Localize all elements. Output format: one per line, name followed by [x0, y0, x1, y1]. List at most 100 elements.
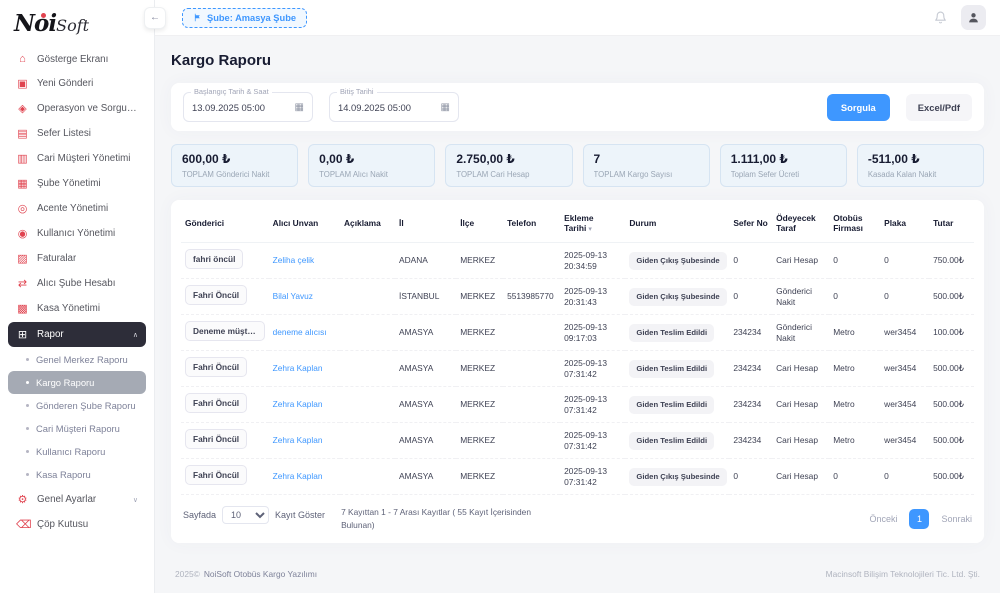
sidebar-item-new-shipment[interactable]: ▣ Yeni Gönderi [8, 71, 146, 96]
stat-value: 7 [594, 152, 699, 166]
start-date-label: Başlangıç Tarih & Saat [191, 87, 272, 96]
sidebar-item-branch-management[interactable]: ▦ Şube Yönetimi [8, 171, 146, 196]
sidebar-item-user-management[interactable]: ◉ Kullanıcı Yönetimi [8, 221, 146, 246]
branch-badge[interactable]: Şube: Amasya Şube [182, 8, 307, 28]
cell-district: MERKEZ [456, 243, 503, 279]
sidebar-item-rapor[interactable]: ⊞ Rapor ∧ [8, 322, 146, 347]
cell-description [340, 387, 395, 423]
cell-plate: 0 [880, 279, 929, 315]
person-icon [967, 11, 980, 24]
cell-receiver: Zehra Kaplan [269, 387, 340, 423]
chevron-down-icon: ∨ [133, 496, 138, 504]
cell-amount: 500.00₺ [929, 279, 974, 315]
column-header[interactable]: Ekleme Tarihi▾ [560, 204, 625, 243]
rapor-submenu: Genel Merkez Raporu Kargo Raporu Göndere… [0, 347, 154, 487]
column-header[interactable]: Sefer No [729, 204, 772, 243]
app-root: NoiSoft ⌂ Gösterge Ekranı ▣ Yeni Gönderi… [0, 0, 1000, 593]
receiver-link[interactable]: Zehra Kaplan [273, 435, 323, 445]
stat-card-2: 2.750,00 ₺ TOPLAM Cari Hesap [445, 144, 572, 187]
column-header[interactable]: Tutar [929, 204, 974, 243]
notifications-button[interactable] [927, 5, 953, 31]
cell-bus-company: 0 [829, 279, 880, 315]
cell-city: AMASYA [395, 423, 456, 459]
dashboard-icon: ⌂ [16, 53, 29, 65]
receiver-link[interactable]: Zehra Kaplan [273, 363, 323, 373]
column-header[interactable]: Durum [625, 204, 729, 243]
user-avatar[interactable] [961, 5, 986, 30]
query-button[interactable]: Sorgula [827, 94, 890, 121]
grid-icon: ⊞ [16, 328, 29, 341]
column-header[interactable]: Telefon [503, 204, 560, 243]
column-header[interactable]: Gönderici [181, 204, 269, 243]
bell-icon [934, 11, 947, 24]
sidebar: NoiSoft ⌂ Gösterge Ekranı ▣ Yeni Gönderi… [0, 0, 155, 593]
table-row: Fahri Öncül Zehra Kaplan AMASYA MERKEZ 2… [181, 459, 974, 495]
sidebar-item-trash[interactable]: ⌫ Çöp Kutusu [8, 512, 146, 537]
branch-management-icon: ▦ [16, 177, 29, 190]
stat-value: -511,00 ₺ [868, 152, 973, 166]
sidebar-item-dashboard[interactable]: ⌂ Gösterge Ekranı [8, 47, 146, 71]
sidebar-item-label: Operasyon ve Sorgulama [37, 103, 138, 114]
cell-description [340, 423, 395, 459]
column-header[interactable]: Alıcı Unvan [269, 204, 340, 243]
status-badge: Giden Teslim Edildi [629, 396, 714, 414]
start-date-field[interactable]: Başlangıç Tarih & Saat 13.09.2025 05:00 … [183, 92, 313, 122]
cell-payer: Gönderici Nakit [772, 279, 829, 315]
sidebar-item-receiver-branch-account[interactable]: ⇄ Alıcı Şube Hesabı [8, 271, 146, 296]
column-header[interactable]: Otobüs Firması [829, 204, 880, 243]
column-header[interactable]: Ödeyecek Taraf [772, 204, 829, 243]
sidebar-item-agency-management[interactable]: ◎ Acente Yönetimi [8, 196, 146, 221]
sidebar-subitem-2[interactable]: Gönderen Şube Raporu [8, 394, 146, 417]
export-button[interactable]: Excel/Pdf [906, 94, 972, 121]
sidebar-subitem-4[interactable]: Kullanıcı Raporu [8, 440, 146, 463]
stat-value: 0,00 ₺ [319, 152, 424, 166]
sidebar-item-cash-register[interactable]: ▩ Kasa Yönetimi [8, 296, 146, 321]
sidebar-subitem-0[interactable]: Genel Merkez Raporu [8, 348, 146, 371]
cell-payer: Cari Hesap [772, 459, 829, 495]
receiver-link[interactable]: Zeliha çelik [273, 255, 315, 265]
cell-sender: Deneme müşterisi [181, 315, 269, 351]
sidebar-item-invoices[interactable]: ▨ Faturalar [8, 246, 146, 271]
pagination-page-1[interactable]: 1 [909, 509, 929, 529]
chevron-up-icon: ∧ [133, 331, 138, 339]
receiver-link[interactable]: Bilal Yavuz [273, 291, 313, 301]
status-badge: Giden Teslim Edildi [629, 432, 714, 450]
stat-label: TOPLAM Gönderici Nakit [182, 170, 287, 179]
receiver-link[interactable]: deneme alıcısı [273, 327, 327, 337]
column-header[interactable]: Plaka [880, 204, 929, 243]
cell-bus-company: 0 [829, 459, 880, 495]
page-size-select[interactable]: 10 [222, 506, 269, 524]
cell-trip-no: 234234 [729, 351, 772, 387]
cell-description [340, 315, 395, 351]
sidebar-subitem-1[interactable]: Kargo Raporu [8, 371, 146, 394]
sidebar-subitem-5[interactable]: Kasa Raporu [8, 463, 146, 486]
sidebar-subitem-3[interactable]: Cari Müşteri Raporu [8, 417, 146, 440]
sidebar-item-operations[interactable]: ◈ Operasyon ve Sorgulama [8, 96, 146, 121]
column-header[interactable]: Açıklama [340, 204, 395, 243]
pagination-next[interactable]: Sonraki [941, 514, 972, 524]
sidebar-item-trip-list[interactable]: ▤ Sefer Listesi [8, 121, 146, 146]
sender-badge: Fahri Öncül [185, 285, 247, 306]
calendar-icon[interactable]: ▦ [295, 102, 304, 113]
table-row: Fahri Öncül Zehra Kaplan AMASYA MERKEZ 2… [181, 387, 974, 423]
start-date-value: 13.09.2025 05:00 [192, 102, 289, 113]
cell-district: MERKEZ [456, 387, 503, 423]
bullet-icon [26, 450, 29, 453]
sidebar-item-settings[interactable]: ⚙ Genel Ayarlar ∨ [8, 487, 146, 512]
end-date-field[interactable]: Bitiş Tarihi 14.09.2025 05:00 ▦ [329, 92, 459, 122]
receiver-link[interactable]: Zehra Kaplan [273, 399, 323, 409]
cell-description [340, 459, 395, 495]
stat-value: 1.111,00 ₺ [731, 152, 836, 166]
sidebar-item-customer-management[interactable]: ▥ Cari Müşteri Yönetimi [8, 146, 146, 171]
cell-plate: 0 [880, 459, 929, 495]
cell-city: ADANA [395, 243, 456, 279]
cell-phone [503, 423, 560, 459]
column-header[interactable]: İl [395, 204, 456, 243]
brand-logo[interactable]: NoiSoft [0, 8, 154, 47]
stat-label: TOPLAM Cari Hesap [456, 170, 561, 179]
pagination-prev[interactable]: Önceki [869, 514, 897, 524]
calendar-icon[interactable]: ▦ [441, 102, 450, 113]
column-header[interactable]: İlçe [456, 204, 503, 243]
cell-sender: Fahri Öncül [181, 423, 269, 459]
receiver-link[interactable]: Zehra Kaplan [273, 471, 323, 481]
